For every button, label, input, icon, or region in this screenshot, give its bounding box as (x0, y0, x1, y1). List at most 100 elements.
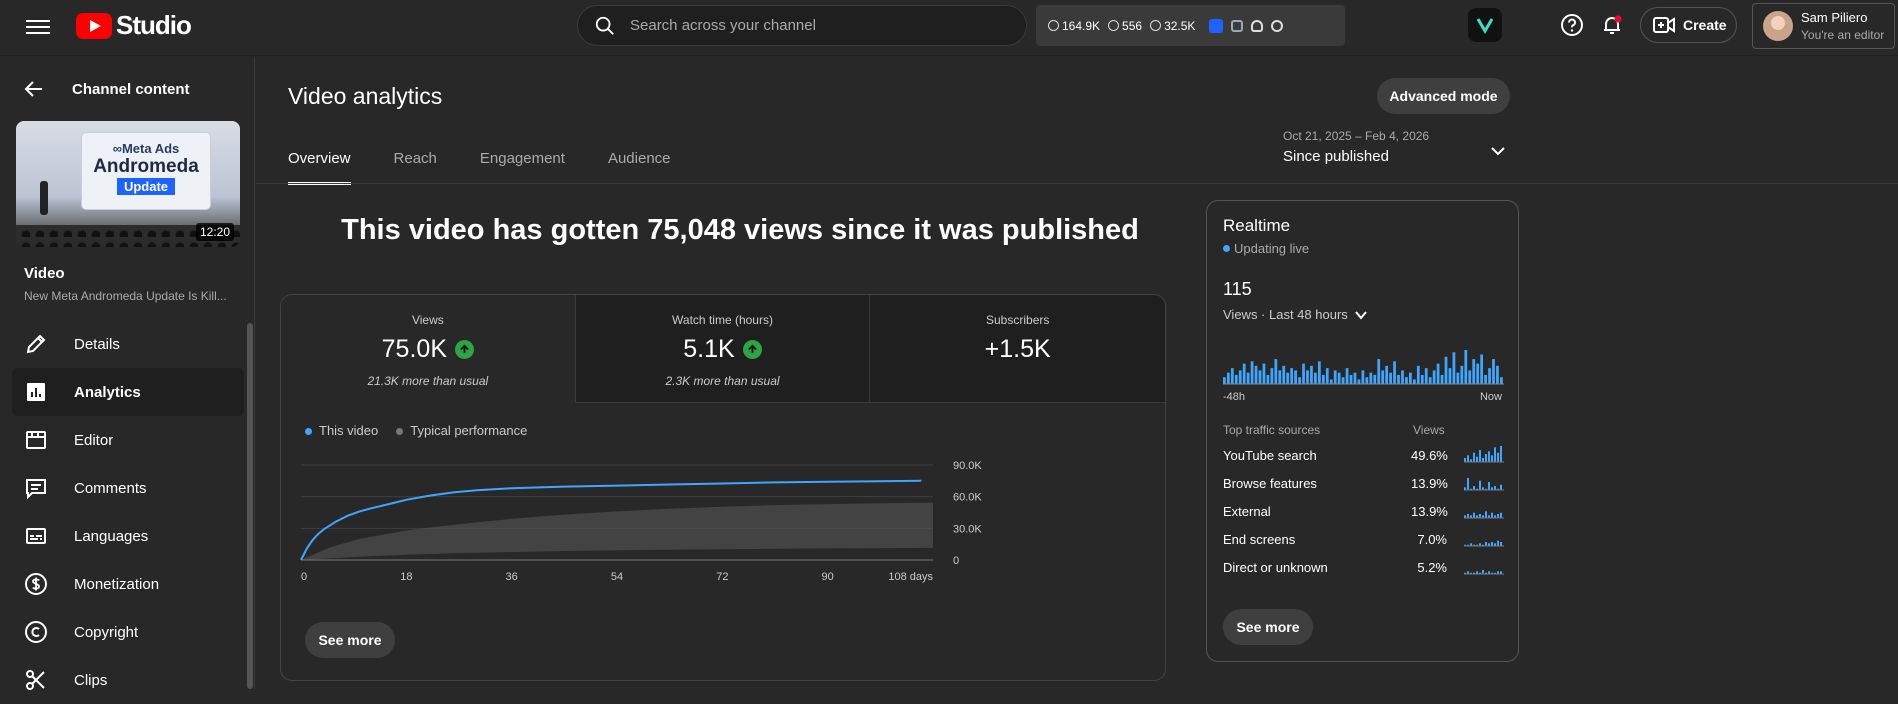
sidebar-nav: Details Analytics Editor Comments Langua… (12, 320, 244, 704)
metric-note: 21.3K more than usual (367, 374, 489, 388)
list-icon[interactable] (1231, 19, 1244, 32)
traffic-source-percent: 7.0% (1417, 532, 1447, 547)
traffic-source-sparkline (1464, 446, 1504, 463)
realtime-bar (1258, 370, 1262, 384)
realtime-see-more-button[interactable]: See more (1223, 609, 1313, 645)
sparkline-bar (1500, 484, 1502, 490)
views-chart: 90.0K 60.0K 30.0K 0 0 18 36 54 72 90 108 days (300, 460, 982, 583)
video-title: New Meta Andromeda Update Is Kill... (24, 289, 227, 303)
help-icon[interactable] (1555, 8, 1589, 42)
metric-tabs: Views 75.0K 21.3K more than usual Watch … (281, 295, 1165, 403)
sidebar-item-monetization[interactable]: Monetization (12, 560, 244, 608)
traffic-source-sparkline (1464, 478, 1504, 491)
legend-swatch (305, 428, 312, 436)
realtime-bar (1314, 372, 1317, 384)
sidebar-item-editor[interactable]: Editor (12, 416, 244, 464)
vidiq-icon[interactable] (1209, 18, 1224, 33)
sparkline-bar (1485, 511, 1487, 518)
sidebar-item-label: Monetization (74, 575, 160, 593)
tab-reach[interactable]: Reach (394, 150, 437, 185)
sparkline-bar (1488, 451, 1490, 462)
x-tick-label: 54 (611, 571, 623, 583)
tab-audience[interactable]: Audience (608, 150, 671, 185)
account-switcher[interactable]: Sam Piliero You're an editor (1752, 3, 1895, 49)
notifications-icon[interactable] (1595, 8, 1629, 42)
x-tick-label: 36 (506, 571, 518, 583)
pencil-icon (26, 334, 46, 354)
realtime-bar (1321, 374, 1325, 384)
traffic-source-name: Browse features (1223, 476, 1317, 491)
sidebar-item-label: Comments (74, 479, 147, 497)
metric-watch-time[interactable]: Watch time (hours) 5.1K 2.3K more than u… (575, 295, 871, 403)
search-input[interactable] (630, 17, 990, 34)
y-tick-label: 60.0K (953, 492, 982, 504)
tab-overview[interactable]: Overview (288, 150, 351, 185)
ext-stat-views-alt: 32.5K (1150, 19, 1195, 33)
sparkline-bar (1485, 454, 1487, 462)
realtime-count: 115 (1223, 279, 1252, 299)
realtime-bar (1317, 361, 1321, 384)
sidebar-item-label: Copyright (74, 623, 139, 641)
chevron-down-icon (1355, 310, 1367, 320)
overview-card: Views 75.0K 21.3K more than usual Watch … (280, 294, 1166, 681)
analytics-icon (27, 383, 45, 401)
tab-engagement[interactable]: Engagement (480, 150, 565, 185)
sidebar-item-analytics[interactable]: Analytics (12, 368, 244, 416)
traffic-source-row: External 13.9% (1223, 504, 1504, 532)
sparkline-bar (1494, 447, 1496, 462)
sidebar-item-copyright[interactable]: Copyright (12, 608, 244, 656)
sidebar-item-details[interactable]: Details (12, 320, 244, 368)
metric-label: Subscribers (986, 313, 1050, 327)
metric-views[interactable]: Views 75.0K 21.3K more than usual (281, 295, 576, 403)
chevron-down-icon[interactable] (1488, 141, 1508, 161)
realtime-bar (1397, 374, 1400, 384)
sidebar-scrollbar[interactable] (247, 323, 253, 689)
extension-app-icon[interactable] (1468, 8, 1502, 42)
chat-icon[interactable] (1271, 19, 1284, 32)
sparkline-bar (1479, 450, 1481, 462)
traffic-sources-views-header: Views (1413, 423, 1445, 437)
realtime-bar (1290, 368, 1294, 384)
metric-value: 5.1K (683, 335, 735, 363)
studio-logo[interactable]: Studio (76, 10, 192, 41)
sidebar-item-languages[interactable]: Languages (12, 512, 244, 560)
back-to-channel-content[interactable]: Channel content (22, 77, 190, 101)
chart-legend: This video Typical performance (305, 423, 527, 438)
realtime-bar (1234, 374, 1238, 384)
thumbnail-speaker (40, 181, 48, 215)
sidebar: Channel content ∞Meta Ads Andromeda Upda… (0, 57, 255, 690)
realtime-period-dropdown[interactable]: Views · Last 48 hours (1223, 307, 1368, 322)
sparkline-bar (1482, 570, 1484, 574)
trophy-icon[interactable] (1251, 19, 1264, 32)
sparkline-bar (1497, 514, 1499, 518)
realtime-bar (1250, 361, 1254, 384)
extension-toolbar: 164.9K 556 32.5K (1036, 5, 1345, 46)
realtime-bar (1274, 359, 1278, 384)
video-thumbnail[interactable]: ∞Meta Ads Andromeda Update 12:20 (16, 121, 240, 247)
realtime-bar (1345, 368, 1349, 384)
sidebar-item-clips[interactable]: Clips (12, 656, 244, 704)
views-headline: This video has gotten 75,048 views since… (341, 214, 1139, 246)
realtime-status-label: Updating live (1234, 241, 1310, 256)
date-range-picker[interactable]: Oct 21, 2025 – Feb 4, 2026 Since publish… (1283, 129, 1429, 165)
realtime-bar (1460, 365, 1464, 384)
realtime-bar (1436, 363, 1440, 384)
metric-label: Views (411, 313, 444, 327)
traffic-source-row: Direct or unknown 5.2% (1223, 560, 1504, 588)
traffic-source-name: External (1223, 504, 1271, 519)
sidebar-item-comments[interactable]: Comments (12, 464, 244, 512)
realtime-bar (1369, 372, 1373, 384)
advanced-mode-button[interactable]: Advanced mode (1377, 78, 1510, 114)
realtime-bar (1452, 352, 1456, 384)
metric-subscribers[interactable]: Subscribers +1.5K (870, 295, 1165, 403)
traffic-source-percent: 13.9% (1411, 476, 1448, 491)
see-more-button[interactable]: See more (305, 622, 395, 658)
search-bar[interactable] (577, 5, 1027, 46)
realtime-bar (1428, 377, 1432, 384)
menu-icon[interactable] (26, 16, 50, 40)
create-button[interactable]: Create (1640, 7, 1737, 43)
realtime-bar (1238, 370, 1242, 384)
realtime-bar (1468, 370, 1472, 384)
traffic-source-name: Direct or unknown (1223, 560, 1328, 575)
search-icon (595, 16, 614, 35)
